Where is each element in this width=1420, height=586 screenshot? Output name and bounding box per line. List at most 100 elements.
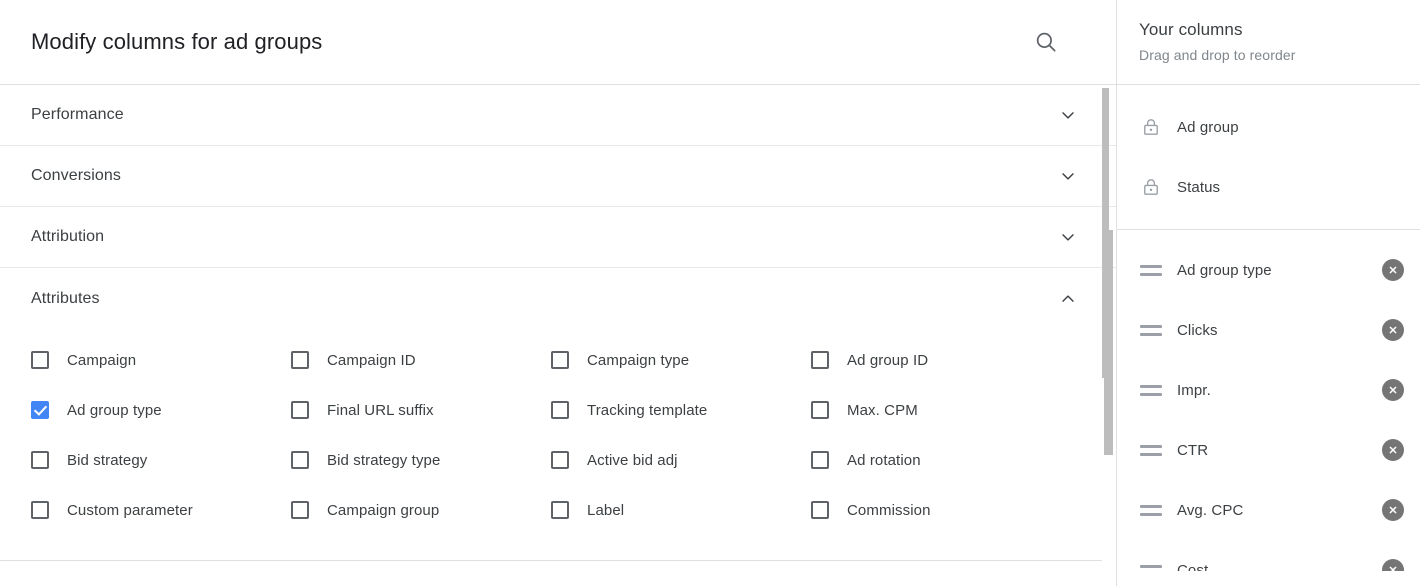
remove-column-button[interactable]: [1382, 499, 1404, 521]
checkbox-item[interactable]: Tracking template: [551, 394, 811, 426]
sortable-column-row[interactable]: Avg. CPC: [1117, 480, 1420, 540]
checkbox-item[interactable]: Ad group ID: [811, 344, 1071, 376]
checkbox-unchecked-icon[interactable]: [811, 401, 829, 419]
checkbox-label: Label: [587, 501, 625, 519]
checkbox-unchecked-icon[interactable]: [31, 351, 49, 369]
section-header-conversions[interactable]: Conversions: [0, 146, 1116, 206]
checkbox-item[interactable]: Bid strategy type: [291, 444, 551, 476]
section-title-performance: Performance: [31, 106, 124, 123]
checkbox-unchecked-icon[interactable]: [291, 351, 309, 369]
checkbox-unchecked-icon[interactable]: [31, 451, 49, 469]
remove-column-button[interactable]: [1382, 439, 1404, 461]
remove-column-button[interactable]: [1382, 379, 1404, 401]
sortable-column-label: Impr.: [1177, 381, 1211, 399]
checkbox-label: Max. CPM: [847, 401, 918, 419]
your-columns-title: Your columns: [1139, 20, 1243, 39]
checkbox-item[interactable]: Final URL suffix: [291, 394, 551, 426]
checkbox-label: Ad group ID: [847, 351, 929, 369]
drag-handle-icon[interactable]: [1139, 378, 1163, 402]
checkbox-item[interactable]: Ad group type: [31, 394, 291, 426]
sortable-column-row[interactable]: Impr.: [1117, 360, 1420, 420]
checkbox-label: Final URL suffix: [327, 401, 434, 419]
remove-column-button[interactable]: [1382, 319, 1404, 341]
section-header-attributes[interactable]: Attributes: [0, 268, 1116, 330]
checkbox-checked-icon[interactable]: [31, 401, 49, 419]
checkbox-label: Commission: [847, 501, 931, 519]
checkbox-unchecked-icon[interactable]: [811, 451, 829, 469]
chevron-down-icon[interactable]: [1056, 225, 1080, 249]
checkbox-unchecked-icon[interactable]: [811, 351, 829, 369]
checkbox-unchecked-icon[interactable]: [551, 501, 569, 519]
checkbox-label: Campaign type: [587, 351, 690, 369]
chevron-down-icon[interactable]: [1056, 103, 1080, 127]
search-icon[interactable]: [1024, 20, 1068, 64]
checkbox-unchecked-icon[interactable]: [291, 501, 309, 519]
checkbox-unchecked-icon[interactable]: [31, 501, 49, 519]
sortable-column-label: Ad group type: [1177, 261, 1272, 279]
checkbox-label: Ad rotation: [847, 451, 921, 469]
locked-columns-list: Ad group Status: [1117, 85, 1420, 230]
dialog-header: Modify columns for ad groups: [0, 0, 1116, 85]
page-title: Modify columns for ad groups: [31, 29, 323, 54]
checkbox-label: Campaign ID: [327, 351, 416, 369]
sortable-column-row[interactable]: Ad group type: [1117, 240, 1420, 300]
locked-column-label: Ad group: [1177, 118, 1239, 136]
section-title-attributes: Attributes: [31, 290, 100, 307]
bottom-divider: [0, 560, 1103, 561]
chevron-up-icon[interactable]: [1056, 287, 1080, 311]
column-picker-pane: Modify columns for ad groups Performance: [0, 0, 1117, 586]
right-scrollbar-thumb[interactable]: [1104, 230, 1113, 455]
section-title-conversions: Conversions: [31, 167, 122, 184]
remove-column-button[interactable]: [1382, 259, 1404, 281]
section-title-attribution: Attribution: [31, 228, 105, 245]
checkbox-item[interactable]: Custom parameter: [31, 494, 291, 526]
checkbox-item[interactable]: Label: [551, 494, 811, 526]
checkbox-label: Campaign group: [327, 501, 440, 519]
checkbox-item[interactable]: Commission: [811, 494, 1071, 526]
checkbox-unchecked-icon[interactable]: [551, 351, 569, 369]
sortable-column-row[interactable]: Clicks: [1117, 300, 1420, 360]
sortable-column-label: Clicks: [1177, 321, 1218, 339]
checkbox-unchecked-icon[interactable]: [551, 401, 569, 419]
drag-handle-icon[interactable]: [1139, 318, 1163, 342]
checkbox-item[interactable]: Max. CPM: [811, 394, 1071, 426]
checkbox-unchecked-icon[interactable]: [551, 451, 569, 469]
checkbox-item[interactable]: Campaign group: [291, 494, 551, 526]
section-conversions: Conversions: [0, 146, 1116, 207]
section-header-performance[interactable]: Performance: [0, 85, 1116, 145]
locked-column-row: Ad group: [1117, 97, 1420, 157]
section-body-attributes: Campaign Campaign ID Campaign type Ad group…: [0, 330, 1116, 544]
checkbox-label: Custom parameter: [67, 501, 193, 519]
modify-columns-dialog: Modify columns for ad groups Performance: [0, 0, 1420, 586]
checkbox-unchecked-icon[interactable]: [811, 501, 829, 519]
your-columns-header: Your columns Drag and drop to reorder: [1117, 0, 1420, 85]
checkbox-item[interactable]: Campaign type: [551, 344, 811, 376]
section-performance: Performance: [0, 85, 1116, 146]
sortable-columns-list: Ad group type Clicks Impr. CTR Avg. CPC Cost: [1117, 230, 1420, 571]
attributes-checkbox-grid: Campaign Campaign ID Campaign type Ad group…: [31, 344, 1085, 526]
your-columns-subtitle: Drag and drop to reorder: [1139, 47, 1296, 63]
checkbox-item[interactable]: Campaign ID: [291, 344, 551, 376]
your-columns-pane: Your columns Drag and drop to reorder Ad…: [1117, 0, 1420, 586]
sections-scroll-area: Performance Conversions Attribution Attr…: [0, 85, 1116, 586]
checkbox-label: Active bid adj: [587, 451, 678, 469]
section-header-attribution[interactable]: Attribution: [0, 207, 1116, 267]
section-attribution: Attribution: [0, 207, 1116, 268]
checkbox-item[interactable]: Ad rotation: [811, 444, 1071, 476]
checkbox-unchecked-icon[interactable]: [291, 401, 309, 419]
locked-column-label: Status: [1177, 178, 1221, 196]
drag-handle-icon[interactable]: [1139, 558, 1163, 571]
remove-column-button[interactable]: [1382, 559, 1404, 571]
drag-handle-icon[interactable]: [1139, 498, 1163, 522]
checkbox-item[interactable]: Bid strategy: [31, 444, 291, 476]
drag-handle-icon[interactable]: [1139, 438, 1163, 462]
drag-handle-icon[interactable]: [1139, 258, 1163, 282]
sortable-column-row[interactable]: CTR: [1117, 420, 1420, 480]
checkbox-item[interactable]: Active bid adj: [551, 444, 811, 476]
chevron-down-icon[interactable]: [1056, 164, 1080, 188]
sortable-column-row[interactable]: Cost: [1117, 540, 1420, 571]
locked-column-row: Status: [1117, 157, 1420, 217]
checkbox-unchecked-icon[interactable]: [291, 451, 309, 469]
lock-icon: [1139, 115, 1163, 139]
checkbox-item[interactable]: Campaign: [31, 344, 291, 376]
